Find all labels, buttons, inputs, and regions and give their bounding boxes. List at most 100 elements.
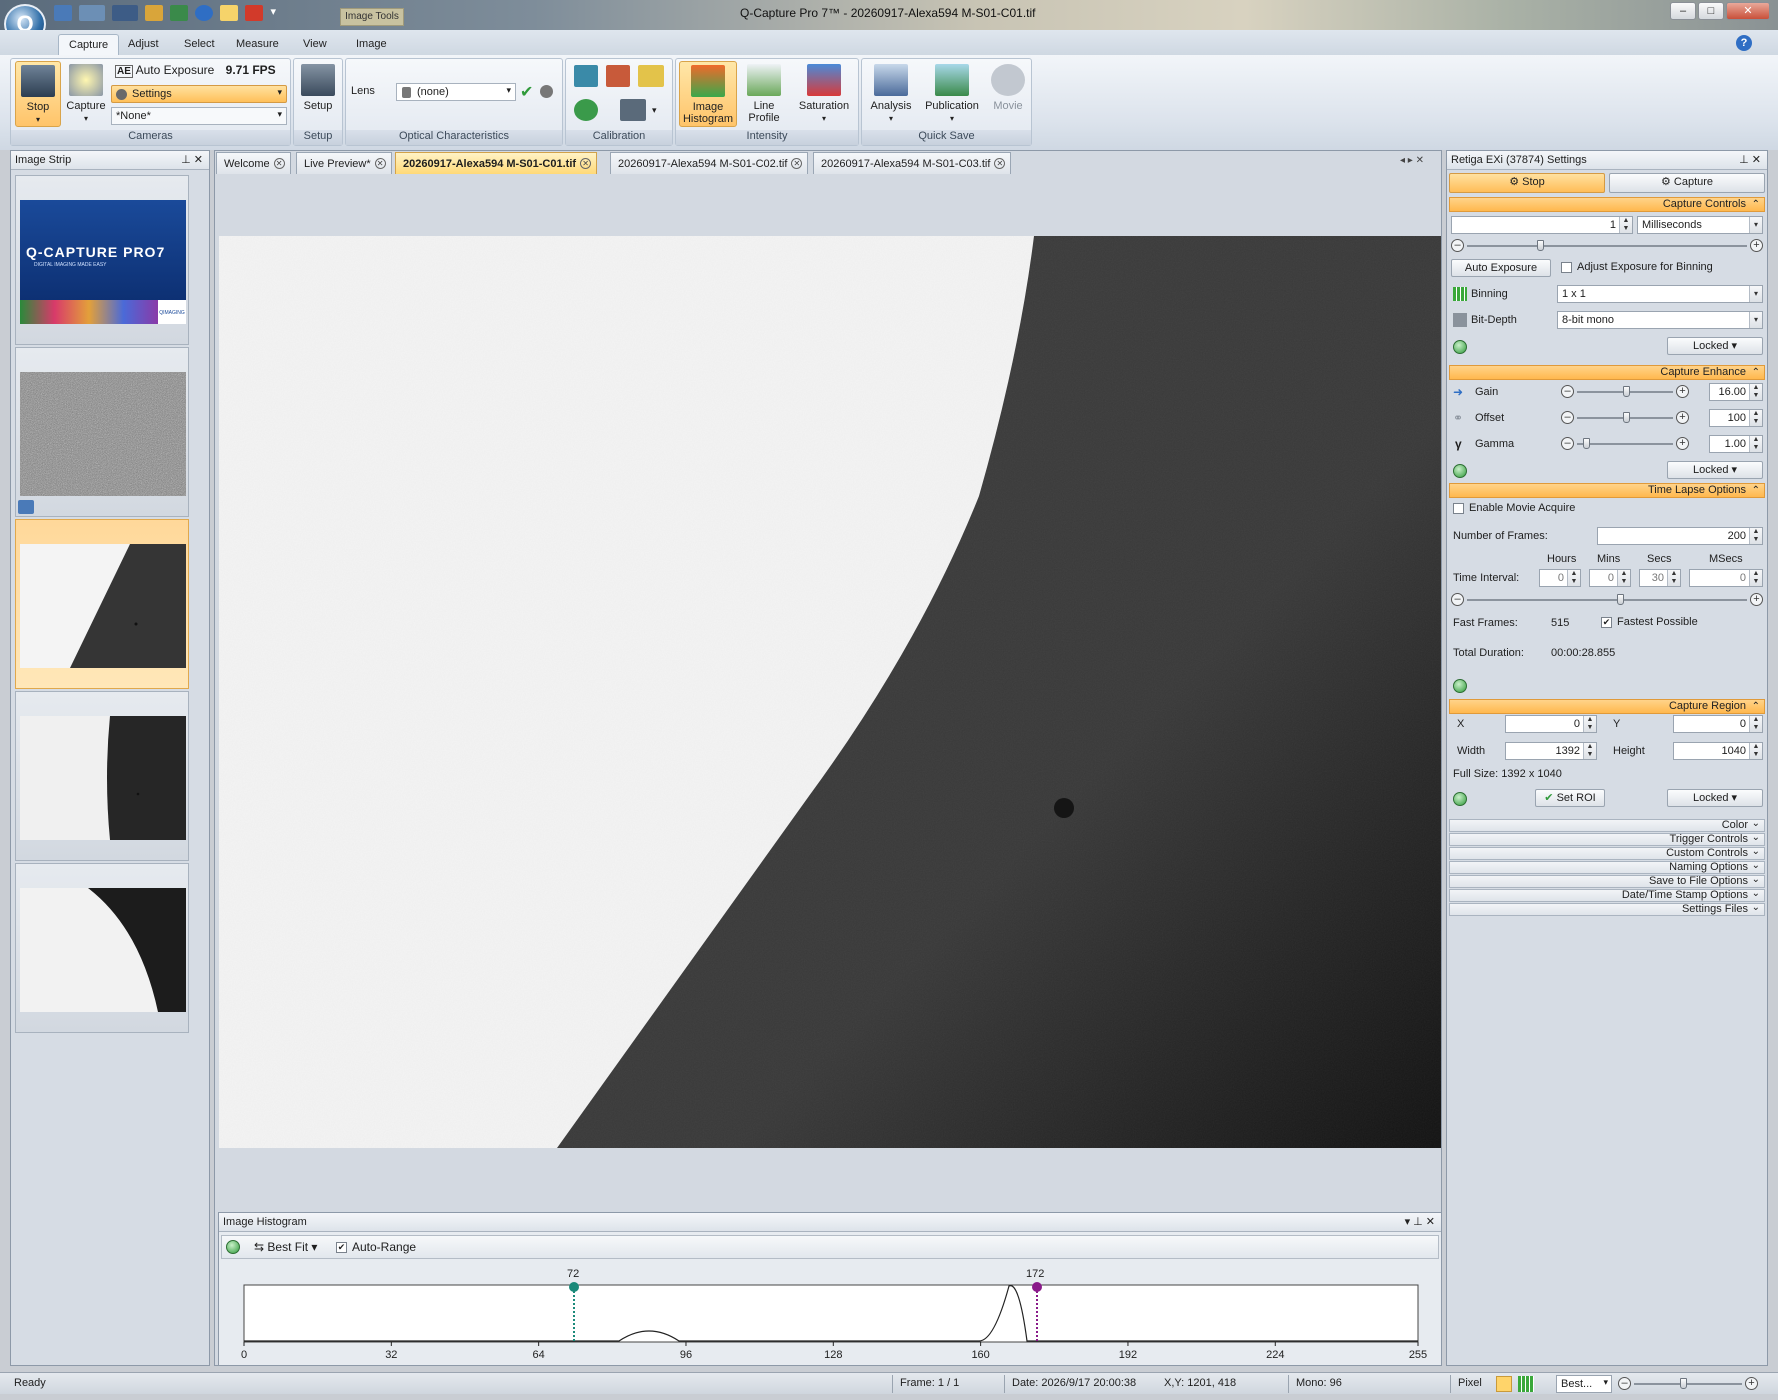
refresh-icon[interactable] bbox=[226, 1240, 240, 1254]
section-date-time-stamp-options[interactable]: Date/Time Stamp Options bbox=[1449, 888, 1765, 902]
fastest-possible-checkbox[interactable]: ✔ Fastest Possible bbox=[1601, 616, 1698, 628]
capture-controls-locked-dropdown[interactable]: Locked ▾ bbox=[1667, 337, 1763, 355]
slider-thumb[interactable] bbox=[1583, 438, 1590, 449]
slider-thumb[interactable] bbox=[1537, 240, 1544, 251]
slider-thumb[interactable] bbox=[1623, 412, 1630, 423]
movie-button[interactable]: Movie bbox=[986, 61, 1030, 127]
tab-capture[interactable]: Capture bbox=[58, 34, 120, 55]
tools-icon[interactable] bbox=[170, 5, 189, 21]
close-tab-icon[interactable]: ✕ bbox=[374, 158, 386, 169]
tab-welcome[interactable]: Welcome ✕ bbox=[216, 152, 291, 174]
hours-input[interactable]: 0 ▲ ▼ bbox=[1539, 569, 1581, 587]
frames-input[interactable]: 200 ▲ ▼ bbox=[1597, 527, 1763, 545]
close-tab-icon[interactable]: ✕ bbox=[273, 158, 285, 169]
redo-icon[interactable] bbox=[112, 5, 139, 21]
gain-input[interactable]: 16.00 ▲ ▼ bbox=[1709, 383, 1763, 401]
offset-input[interactable]: 100 ▲ ▼ bbox=[1709, 409, 1763, 427]
calibration-ruler-icon[interactable] bbox=[638, 65, 664, 87]
tab-c03[interactable]: 20260917-Alexa594 M-S01-C03.tif ✕ bbox=[813, 152, 1012, 174]
tab-live-preview[interactable]: Live Preview* ✕ bbox=[296, 152, 392, 174]
slider-thumb[interactable] bbox=[1623, 386, 1630, 397]
calibration-spatial-icon[interactable] bbox=[574, 65, 598, 87]
auto-exposure-button[interactable]: Auto Exposure bbox=[1451, 259, 1551, 277]
close-tab-icon[interactable]: ✕ bbox=[994, 158, 1006, 169]
tab-measure[interactable]: Measure bbox=[226, 34, 289, 55]
refresh-icon[interactable] bbox=[1453, 792, 1467, 806]
calibration-color-icon[interactable] bbox=[606, 65, 630, 87]
help-icon[interactable]: ? bbox=[1736, 35, 1752, 51]
pointer-icon[interactable] bbox=[220, 5, 239, 21]
section-color[interactable]: Color bbox=[1449, 818, 1765, 832]
image-histogram-button[interactable]: Image Histogram bbox=[679, 61, 737, 127]
spinner-icon[interactable]: ▲ ▼ bbox=[1749, 384, 1762, 400]
slider-thumb[interactable] bbox=[1617, 594, 1624, 605]
thumbnail-live-preview[interactable] bbox=[15, 347, 189, 517]
spinner-icon[interactable]: ▲ ▼ bbox=[1619, 217, 1632, 233]
lens-dropdown[interactable]: (none) ▾ bbox=[396, 83, 516, 101]
spinner-icon[interactable]: ▲ ▼ bbox=[1749, 436, 1762, 452]
secs-input[interactable]: 30 ▲ ▼ bbox=[1639, 569, 1681, 587]
capture-region-locked-dropdown[interactable]: Locked ▾ bbox=[1667, 789, 1763, 807]
tab-c02[interactable]: 20260917-Alexa594 M-S01-C02.tif ✕ bbox=[610, 152, 809, 174]
panel-menu-pin-close-icons[interactable]: ▾ ⊥ ✕ bbox=[1405, 1215, 1435, 1228]
analysis-button[interactable]: Analysis ▾ bbox=[865, 61, 917, 127]
section-capture-region[interactable]: Capture Region bbox=[1449, 699, 1765, 714]
section-time-lapse[interactable]: Time Lapse Options bbox=[1449, 483, 1765, 498]
brush-icon[interactable] bbox=[145, 5, 164, 21]
exposure-slider[interactable]: – + bbox=[1451, 239, 1763, 253]
gamma-input[interactable]: 1.00 ▲ ▼ bbox=[1709, 435, 1763, 453]
save-icon[interactable] bbox=[54, 5, 72, 21]
section-capture-enhance[interactable]: Capture Enhance bbox=[1449, 365, 1765, 380]
gain-slider[interactable]: – + bbox=[1561, 385, 1689, 399]
settings-dropdown[interactable]: Settings ▾ bbox=[111, 85, 287, 103]
lens-settings-gear-icon[interactable] bbox=[540, 85, 553, 98]
refresh-icon[interactable] bbox=[1453, 464, 1467, 478]
section-save-to-file-options[interactable]: Save to File Options bbox=[1449, 874, 1765, 888]
refresh-icon[interactable] bbox=[1453, 340, 1467, 354]
interval-slider[interactable]: – + bbox=[1451, 593, 1763, 607]
maximize-button[interactable]: □ bbox=[1698, 2, 1724, 20]
mins-input[interactable]: 0 ▲ ▼ bbox=[1589, 569, 1631, 587]
apply-lens-check-icon[interactable]: ✔ bbox=[520, 82, 533, 102]
zoom-slider[interactable]: – + bbox=[1618, 1377, 1758, 1391]
zoom-dropdown[interactable]: Best... ▾ bbox=[1556, 1375, 1612, 1393]
y-input[interactable]: 0 ▲ ▼ bbox=[1673, 715, 1763, 733]
publication-button[interactable]: Publication ▾ bbox=[920, 61, 984, 127]
tab-scroll-close-icons[interactable]: ◂ ▸ ✕ bbox=[1400, 155, 1424, 166]
binning-dropdown[interactable]: 1 x 1 ▾ bbox=[1557, 285, 1763, 303]
x-input[interactable]: 0 ▲ ▼ bbox=[1505, 715, 1597, 733]
line-profile-button[interactable]: Line Profile bbox=[739, 61, 789, 127]
best-fit-dropdown[interactable]: ⇆ Best Fit ▾ bbox=[254, 1240, 317, 1254]
preset-dropdown[interactable]: *None* ▾ bbox=[111, 107, 287, 125]
auto-range-checkbox[interactable]: ✔ Auto-Range bbox=[336, 1240, 416, 1254]
delete-icon[interactable] bbox=[245, 5, 264, 21]
thumbnail-c01[interactable] bbox=[15, 519, 189, 689]
offset-slider[interactable]: – + bbox=[1561, 411, 1689, 425]
setup-button[interactable]: Setup bbox=[294, 61, 342, 127]
adjust-binning-checkbox[interactable]: Adjust Exposure for Binning bbox=[1561, 261, 1713, 273]
tab-image[interactable]: Image bbox=[346, 34, 397, 55]
enable-movie-checkbox[interactable]: Enable Movie Acquire bbox=[1453, 502, 1575, 514]
customize-qat-icon[interactable]: ▾ bbox=[271, 5, 281, 21]
refresh-icon[interactable] bbox=[1453, 679, 1467, 693]
stop-button[interactable]: Stop ▾ bbox=[15, 61, 61, 127]
close-window-button[interactable]: ✕ bbox=[1726, 2, 1770, 20]
msecs-input[interactable]: 0 ▲ ▼ bbox=[1689, 569, 1763, 587]
pin-close-icons[interactable]: ⊥ ✕ bbox=[1739, 153, 1761, 166]
set-roi-button[interactable]: ✔ Set ROI bbox=[1535, 789, 1605, 807]
section-trigger-controls[interactable]: Trigger Controls bbox=[1449, 832, 1765, 846]
width-input[interactable]: 1392 ▲ ▼ bbox=[1505, 742, 1597, 760]
tab-select[interactable]: Select bbox=[174, 34, 225, 55]
tab-adjust[interactable]: Adjust bbox=[118, 34, 169, 55]
section-capture-controls[interactable]: Capture Controls bbox=[1449, 197, 1765, 212]
tab-view[interactable]: View bbox=[293, 34, 337, 55]
saturation-button[interactable]: Saturation ▾ bbox=[792, 61, 856, 127]
settings-capture-button[interactable]: ⚙ Capture bbox=[1609, 173, 1765, 193]
calibration-dropdown-icon[interactable]: ▾ bbox=[652, 105, 657, 116]
bit-depth-dropdown[interactable]: 8-bit mono ▾ bbox=[1557, 311, 1763, 329]
close-tab-icon[interactable]: ✕ bbox=[580, 158, 592, 169]
calibration-refresh-icon[interactable] bbox=[574, 99, 598, 121]
capture-enhance-locked-dropdown[interactable]: Locked ▾ bbox=[1667, 461, 1763, 479]
spinner-icon[interactable]: ▲ ▼ bbox=[1749, 528, 1762, 544]
gamma-slider[interactable]: – + bbox=[1561, 437, 1689, 451]
